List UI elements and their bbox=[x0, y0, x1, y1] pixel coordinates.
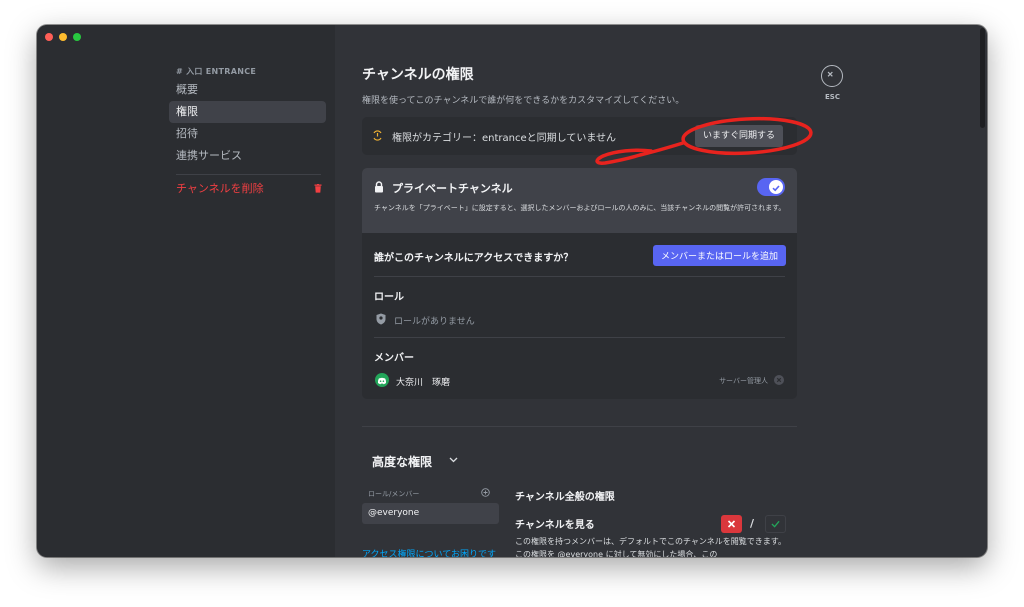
shield-icon bbox=[376, 313, 386, 325]
check-icon bbox=[771, 520, 780, 528]
sidebar-item-invites[interactable]: 招待 bbox=[169, 123, 326, 145]
settings-sidebar: # 入口 ENTRANCE 概要 権限 招待 連携サービス チャンネルを削除 bbox=[37, 25, 335, 557]
divider bbox=[374, 337, 785, 338]
discord-logo-icon bbox=[377, 377, 387, 385]
access-question: 誰がこのチャンネルにアクセスできますか？ bbox=[374, 253, 574, 264]
settings-window: # 入口 ENTRANCE 概要 権限 招待 連携サービス チャンネルを削除 チ… bbox=[37, 25, 987, 557]
lock-icon bbox=[375, 181, 383, 193]
avatar bbox=[375, 373, 389, 387]
sync-now-button[interactable]: いますぐ同期する bbox=[694, 125, 783, 147]
private-channel-description: チャンネルを「プライベート」に設定すると、選択したメンバーおよびロールの人のみに… bbox=[374, 204, 786, 212]
private-channel-title: プライベートチャンネル bbox=[392, 182, 513, 195]
sync-notice-text: 権限がカテゴリー：entranceと同期していません bbox=[392, 133, 617, 144]
private-channel-card: プライベートチャンネル チャンネルを「プライベート」に設定すると、選択したメンバ… bbox=[362, 168, 797, 399]
remove-member-icon[interactable] bbox=[774, 375, 784, 385]
sync-warning-icon bbox=[373, 130, 382, 141]
close-settings-button[interactable] bbox=[821, 65, 843, 87]
window-controls bbox=[45, 33, 81, 41]
sidebar-item-permissions[interactable]: 権限 bbox=[169, 101, 326, 123]
private-channel-toggle[interactable] bbox=[757, 178, 785, 196]
x-icon bbox=[727, 520, 736, 528]
check-icon bbox=[772, 185, 780, 192]
view-channel-permission-title: チャンネルを見る bbox=[515, 520, 595, 531]
trash-icon bbox=[314, 184, 322, 193]
permission-tristate: / bbox=[721, 514, 786, 534]
sidebar-item-overview[interactable]: 概要 bbox=[169, 79, 326, 101]
close-window-button[interactable] bbox=[45, 33, 53, 41]
delete-channel-button[interactable]: チャンネルを削除 bbox=[176, 180, 324, 198]
view-channel-permission-description: この権限を持つメンバーは、デフォルトでこのチャンネルを閲覧できます。この権限を … bbox=[515, 537, 786, 557]
chevron-down-icon[interactable] bbox=[449, 457, 458, 463]
role-member-column-header: ロール/メンバー bbox=[368, 490, 420, 498]
main-content: チャンネルの権限 権限を使ってこのチャンネルで誰が何をできるかをカスタマイズして… bbox=[335, 25, 987, 557]
allow-button[interactable] bbox=[765, 515, 786, 533]
toggle-knob bbox=[769, 180, 783, 194]
esc-label: ESC bbox=[825, 93, 840, 101]
roles-empty-text: ロールがありません bbox=[394, 317, 475, 327]
divider bbox=[374, 276, 785, 277]
deny-button[interactable] bbox=[721, 515, 742, 533]
sidebar-item-integrations[interactable]: 連携サービス bbox=[169, 145, 326, 167]
permissions-help-link[interactable]: アクセス権限についてお困りです bbox=[362, 547, 496, 557]
member-name: 大奈川 琢磨 bbox=[396, 378, 451, 388]
members-heading: メンバー bbox=[374, 353, 414, 364]
general-permissions-heading: チャンネル全般の権限 bbox=[515, 492, 615, 503]
roles-heading: ロール bbox=[374, 292, 404, 303]
neutral-slash: / bbox=[750, 517, 755, 530]
scrollbar-thumb[interactable] bbox=[980, 28, 985, 128]
minimize-window-button[interactable] bbox=[59, 33, 67, 41]
close-icon bbox=[827, 71, 833, 77]
sidebar-divider bbox=[176, 174, 321, 175]
advanced-permissions-title[interactable]: 高度な権限 bbox=[372, 453, 432, 470]
section-divider bbox=[362, 426, 797, 427]
zoom-window-button[interactable] bbox=[73, 33, 81, 41]
role-everyone[interactable]: @everyone bbox=[362, 503, 499, 524]
sync-notice: 権限がカテゴリー：entranceと同期していません いますぐ同期する bbox=[362, 117, 797, 155]
member-role: サーバー管理人 bbox=[719, 377, 768, 385]
page-title: チャンネルの権限 bbox=[362, 67, 474, 83]
delete-channel-label: チャンネルを削除 bbox=[176, 182, 264, 195]
add-circle-icon[interactable] bbox=[481, 488, 490, 497]
page-subtitle: 権限を使ってこのチャンネルで誰が何をできるかをカスタマイズしてください。 bbox=[362, 96, 685, 106]
sidebar-header: # 入口 ENTRANCE bbox=[176, 67, 257, 76]
private-channel-header bbox=[362, 168, 797, 233]
add-member-or-role-button[interactable]: メンバーまたはロールを追加 bbox=[652, 245, 786, 266]
neutral-button[interactable]: / bbox=[742, 515, 765, 533]
